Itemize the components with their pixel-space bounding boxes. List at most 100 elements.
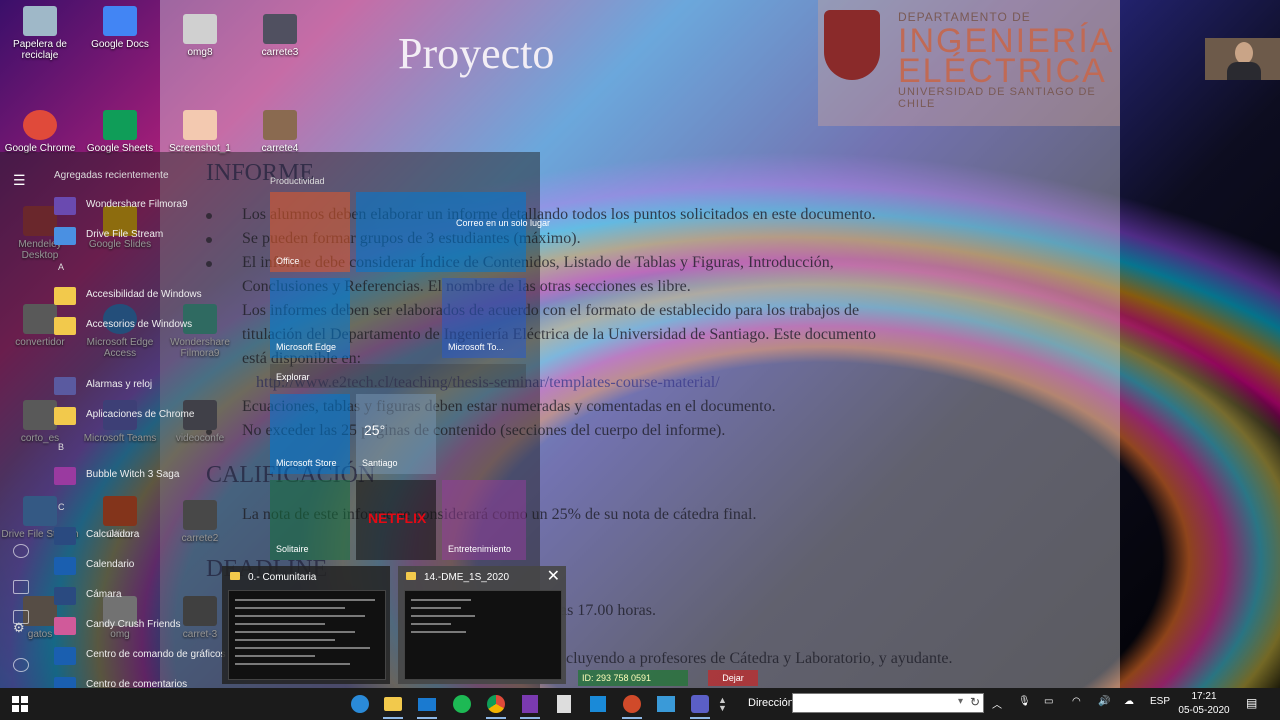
logo-line-4: UNIVERSIDAD DE SANTIAGO DE CHILE	[898, 86, 1096, 110]
leave-meeting-button[interactable]: Dejar	[708, 670, 758, 686]
tile-entertainment[interactable]: Entretenimiento	[442, 480, 526, 560]
image-file-icon	[183, 14, 217, 44]
video-file-icon	[263, 110, 297, 140]
letter-header-a[interactable]: A	[58, 262, 64, 272]
windows-icon	[12, 696, 28, 712]
preview-header: 0.- Comunitaria	[222, 566, 390, 590]
desktop-icon-google-sheets[interactable]: Google Sheets	[80, 110, 160, 154]
slide-line: as 17.00 horas.	[560, 602, 656, 619]
start-item[interactable]: Accesorios de Windows	[54, 314, 254, 336]
onedrive-icon[interactable]: ☁	[1124, 696, 1134, 707]
address-label: Dirección	[748, 697, 794, 709]
tray-expand-icon[interactable]: ︿	[992, 696, 1002, 711]
volume-icon[interactable]: 🔊	[1098, 696, 1110, 707]
taskbar: ▲ ▼ Dirección ▾ ↻ ︿ 🎙 ▭ ◠ 🔊 ☁ ESP 17:21 0…	[0, 688, 1280, 720]
clock[interactable]: 17:21 05-05-2020	[1170, 690, 1238, 718]
video-file-icon	[263, 14, 297, 44]
image-file-icon	[183, 110, 217, 140]
recycle-bin-icon	[23, 6, 57, 36]
notifications-icon[interactable]: ▤	[1246, 696, 1257, 710]
refresh-icon[interactable]: ↻	[970, 695, 980, 709]
tiles-header: Productividad	[270, 176, 325, 186]
start-item[interactable]: Alarmas y reloj	[54, 374, 254, 396]
gear-icon[interactable]: ⚙	[13, 620, 27, 635]
address-input[interactable]	[792, 693, 984, 713]
calendar-icon	[54, 557, 76, 575]
feedback-icon	[54, 677, 76, 688]
edge-icon[interactable]	[348, 692, 372, 716]
folder-icon	[406, 572, 416, 580]
tiles-group-explorar: Explorar	[270, 364, 526, 388]
start-item[interactable]: Calculadora	[54, 524, 254, 546]
preview-thumbnail	[228, 590, 386, 680]
university-shield-icon	[824, 10, 880, 80]
preview-thumbnail	[404, 590, 562, 680]
start-button[interactable]	[8, 692, 32, 716]
calculator-icon	[54, 527, 76, 545]
start-item[interactable]: Wondershare Filmora9	[54, 194, 254, 216]
teams-icon[interactable]	[688, 692, 712, 719]
address-dropdown-icon[interactable]: ▾	[958, 696, 963, 707]
onenote-icon[interactable]	[518, 692, 542, 719]
file-explorer-icon[interactable]	[381, 692, 405, 719]
slide-line: cluyendo a profesores de Cátedra y Labor…	[566, 650, 953, 667]
preview-title: 14.-DME_1S_2020	[424, 572, 510, 583]
tile-weather[interactable]: 25° Santiago	[356, 394, 436, 474]
microphone-icon[interactable]: 🎙	[1018, 696, 1031, 707]
start-item[interactable]: Accesibilidad de Windows	[54, 284, 254, 306]
tile-store[interactable]: Microsoft Store	[270, 394, 350, 474]
start-item[interactable]: Drive File Stream	[54, 224, 254, 246]
letter-header-b[interactable]: B	[58, 442, 64, 452]
tile-mail[interactable]: Correo en un solo lugar	[356, 192, 550, 272]
desktop-icon-carrete4[interactable]: carrete4	[240, 110, 320, 154]
mediaplayer-icon[interactable]	[586, 692, 610, 716]
drive-icon	[54, 227, 76, 245]
sheets-icon	[103, 110, 137, 140]
desktop-icon-chrome[interactable]: Google Chrome	[0, 110, 80, 154]
start-menu-rail: ☰ ⚙	[0, 152, 40, 688]
start-item[interactable]: Aplicaciones de Chrome	[54, 404, 254, 426]
spotify-icon[interactable]	[450, 692, 474, 716]
start-item[interactable]: Bubble Witch 3 Saga	[54, 464, 254, 486]
recent-header: Agregadas recientemente	[54, 170, 169, 181]
mail-icon[interactable]	[415, 692, 439, 719]
folder-icon	[54, 407, 76, 425]
desktop-icon-carrete3[interactable]: carrete3	[240, 14, 320, 58]
desktop-icon-omg8[interactable]: omg8	[160, 14, 240, 58]
docs-icon	[103, 6, 137, 36]
user-icon[interactable]	[13, 544, 29, 558]
chrome-icon	[23, 110, 57, 140]
tile-solitaire[interactable]: Solitaire	[270, 480, 350, 560]
calculator-icon[interactable]	[552, 692, 576, 716]
preview-title: 0.- Comunitaria	[248, 572, 317, 583]
filmora-icon	[54, 197, 76, 215]
desktop-icon-google-docs[interactable]: Google Docs	[80, 6, 160, 50]
taskbar-overflow-arrows-icon[interactable]: ▲ ▼	[718, 696, 727, 713]
letter-header-c[interactable]: C	[58, 502, 65, 512]
preview-window-comunitaria[interactable]: 0.- Comunitaria	[222, 566, 390, 684]
close-icon[interactable]: ✕	[547, 569, 560, 585]
desktop-icon-screenshot[interactable]: Screenshot_1	[160, 110, 240, 154]
tile-office[interactable]: Office	[270, 192, 350, 272]
photos-icon[interactable]	[654, 692, 678, 716]
power-icon[interactable]	[13, 658, 29, 672]
powerpoint-icon[interactable]	[620, 692, 644, 719]
preview-header: 14.-DME_1S_2020 ✕	[398, 566, 566, 590]
folder-icon	[230, 572, 240, 580]
battery-icon[interactable]: ▭	[1044, 696, 1053, 707]
tile-todo[interactable]: Microsoft To...	[442, 278, 526, 358]
clock-time: 17:21	[1191, 691, 1217, 702]
tile-edge[interactable]: Microsoft Edge	[270, 278, 350, 358]
webcam-body	[1227, 62, 1261, 80]
desktop-icon-recycle-bin[interactable]: Papelera de reciclaje	[0, 6, 80, 61]
documents-icon[interactable]	[13, 580, 29, 594]
webcam-overlay	[1205, 38, 1280, 80]
language-indicator[interactable]: ESP	[1150, 696, 1170, 707]
weather-temp: 25°	[364, 422, 386, 438]
chrome-icon[interactable]	[484, 692, 508, 719]
graphics-icon	[54, 647, 76, 665]
wifi-icon[interactable]: ◠	[1072, 696, 1081, 707]
preview-window-dme[interactable]: 14.-DME_1S_2020 ✕	[398, 566, 566, 684]
hamburger-menu-icon[interactable]: ☰	[13, 172, 27, 188]
tile-netflix[interactable]: NETFLIX	[356, 480, 436, 560]
